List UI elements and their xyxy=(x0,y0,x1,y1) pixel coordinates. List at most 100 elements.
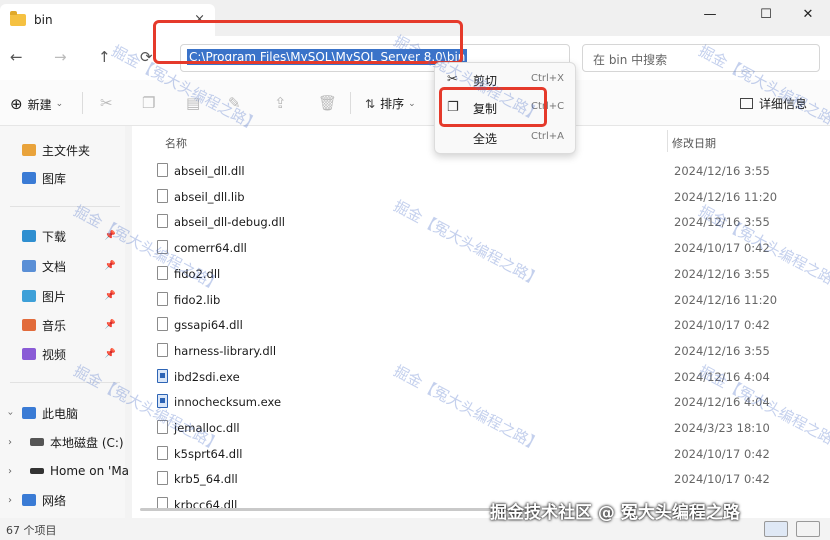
menu-item-select-all[interactable]: 全选 Ctrl+A xyxy=(435,125,575,151)
navigation-pane: 主文件夹 图库 下载 📌 文档 📌 图片 📌 音乐 📌 视频 📌 › 此电脑 ›… xyxy=(0,126,129,518)
search-input[interactable]: 在 bin 中搜索 xyxy=(582,44,820,72)
paste-icon[interactable]: ▤ xyxy=(186,94,200,112)
menu-item-label: 全选 xyxy=(473,132,498,146)
sidebar-item-local-disk[interactable]: 本地磁盘 (C:) xyxy=(30,432,130,452)
close-window-button[interactable]: ✕ xyxy=(788,4,828,26)
sidebar-item-label: 此电脑 xyxy=(42,406,79,421)
file-row[interactable]: abseil_dll.lib 2024/12/16 11:20 xyxy=(132,184,830,210)
credit-watermark: 掘金技术社区 @ 冤大头编程之路 xyxy=(490,503,740,523)
music-icon xyxy=(22,319,36,331)
column-header-name[interactable]: 名称 xyxy=(165,135,187,151)
rename-icon[interactable]: ✎ xyxy=(228,94,241,112)
minimize-button[interactable]: — xyxy=(690,4,730,26)
chevron-right-icon[interactable]: › xyxy=(8,437,12,448)
sidebar-item-label: 下载 xyxy=(42,229,67,244)
file-row[interactable]: abseil_dll.dll 2024/12/16 3:55 xyxy=(132,158,830,184)
file-icon xyxy=(157,214,168,229)
file-row[interactable]: abseil_dll-debug.dll 2024/12/16 3:55 xyxy=(132,209,830,235)
share-icon[interactable]: ⇪ xyxy=(274,94,287,112)
file-date: 2024/12/16 4:04 xyxy=(674,369,770,384)
file-row[interactable]: comerr64.dll 2024/10/17 0:42 xyxy=(132,235,830,261)
chevron-right-icon[interactable]: › xyxy=(8,495,12,506)
file-row[interactable]: k5sprt64.dll 2024/10/17 0:42 xyxy=(132,441,830,467)
file-name: abseil_dll.lib xyxy=(174,189,245,204)
sidebar-item-network-drive[interactable]: Home on 'Ma xyxy=(30,461,130,481)
chevron-down-icon: ⌄ xyxy=(408,98,416,109)
column-header-modified[interactable]: 修改日期 xyxy=(672,135,716,151)
sort-icon: ⇅ xyxy=(365,96,376,111)
sidebar-item-label: 音乐 xyxy=(42,318,67,333)
up-button[interactable]: ↑ xyxy=(98,48,111,66)
sort-button[interactable]: ⇅ 排序 ⌄ xyxy=(365,95,416,112)
new-label: 新建 xyxy=(27,97,52,112)
details-pane-icon xyxy=(740,98,753,109)
sidebar-item-gallery[interactable]: 图库 xyxy=(22,168,122,188)
file-name: krb5_64.dll xyxy=(174,472,238,487)
file-date: 2024/3/23 18:10 xyxy=(674,421,770,435)
file-icon xyxy=(157,342,168,357)
file-date: 2024/10/17 0:42 xyxy=(674,318,770,333)
divider xyxy=(350,92,351,114)
sort-label: 排序 xyxy=(380,97,405,111)
file-row[interactable]: harness-library.dll 2024/12/16 3:55 xyxy=(132,338,830,364)
plus-icon: ⊕ xyxy=(10,95,23,113)
pin-icon: 📌 xyxy=(104,349,116,359)
horizontal-scrollbar[interactable] xyxy=(140,508,540,511)
item-count: 67 个项目 xyxy=(6,524,57,537)
file-row[interactable]: fido2.dll 2024/12/16 3:55 xyxy=(132,261,830,287)
pin-icon: 📌 xyxy=(104,320,116,330)
chevron-down-icon[interactable]: › xyxy=(5,412,16,416)
new-button[interactable]: ⊕ 新建 ⌄ xyxy=(10,95,63,113)
refresh-button[interactable]: ⟳ xyxy=(140,48,153,66)
sidebar-item-documents[interactable]: 文档 📌 xyxy=(22,256,122,276)
tiles-view-icon[interactable] xyxy=(796,521,820,537)
file-row[interactable]: fido2.lib 2024/12/16 11:20 xyxy=(132,287,830,313)
file-name: k5sprt64.dll xyxy=(174,446,243,461)
details-button[interactable]: 详细信息 xyxy=(740,95,807,112)
sidebar-item-label: 文档 xyxy=(42,259,67,274)
sidebar-item-home[interactable]: 主文件夹 xyxy=(22,140,122,160)
pin-icon: 📌 xyxy=(104,291,116,301)
file-name: fido2.dll xyxy=(174,266,221,281)
pin-icon: 📌 xyxy=(104,261,116,271)
file-icon xyxy=(157,291,168,306)
sidebar-item-label: 图库 xyxy=(42,171,67,186)
file-name: harness-library.dll xyxy=(174,343,277,358)
sidebar-item-this-pc[interactable]: 此电脑 xyxy=(22,403,122,423)
file-icon xyxy=(157,265,168,280)
maximize-button[interactable]: ☐ xyxy=(746,4,786,26)
file-row[interactable]: innochecksum.exe 2024/12/16 4:04 xyxy=(132,389,830,415)
file-date: 2024/12/16 3:55 xyxy=(674,164,770,178)
sidebar-item-label: 图片 xyxy=(42,289,67,304)
file-date: 2024/12/16 4:04 xyxy=(674,395,770,410)
back-button[interactable]: ← xyxy=(10,48,23,66)
cut-icon[interactable]: ✂ xyxy=(100,94,113,112)
network-drive-icon xyxy=(30,468,44,474)
sidebar-item-pictures[interactable]: 图片 📌 xyxy=(22,286,122,306)
sidebar-item-music[interactable]: 音乐 📌 xyxy=(22,315,122,335)
executable-file-icon xyxy=(157,394,168,409)
forward-button[interactable]: → xyxy=(54,48,67,66)
menu-item-shortcut: Ctrl+A xyxy=(531,131,565,142)
sidebar-item-network[interactable]: 网络 xyxy=(22,490,122,510)
cut-icon: ✂ xyxy=(447,72,458,87)
network-icon xyxy=(22,494,36,506)
file-date: 2024/10/17 0:42 xyxy=(674,446,770,461)
file-date: 2024/12/16 11:20 xyxy=(674,292,778,307)
divider xyxy=(10,382,120,383)
file-row[interactable]: jemalloc.dll 2024/3/23 18:10 xyxy=(132,415,830,441)
tab-title: bin xyxy=(34,13,53,27)
sidebar-item-videos[interactable]: 视频 📌 xyxy=(22,344,122,364)
pictures-icon xyxy=(22,290,36,302)
pin-icon: 📌 xyxy=(104,231,116,241)
delete-icon[interactable]: 🗑 xyxy=(318,94,337,112)
details-view-icon[interactable] xyxy=(764,521,788,537)
copy-icon[interactable]: ❐ xyxy=(142,94,155,112)
file-row[interactable]: krb5_64.dll 2024/10/17 0:42 xyxy=(132,466,830,492)
sidebar-item-downloads[interactable]: 下载 📌 xyxy=(22,226,122,246)
file-row[interactable]: ibd2sdi.exe 2024/12/16 4:04 xyxy=(132,364,830,390)
chevron-right-icon[interactable]: › xyxy=(8,466,12,477)
sidebar-item-label: 本地磁盘 (C:) xyxy=(50,435,124,450)
documents-icon xyxy=(22,260,36,272)
file-row[interactable]: gssapi64.dll 2024/10/17 0:42 xyxy=(132,312,830,338)
